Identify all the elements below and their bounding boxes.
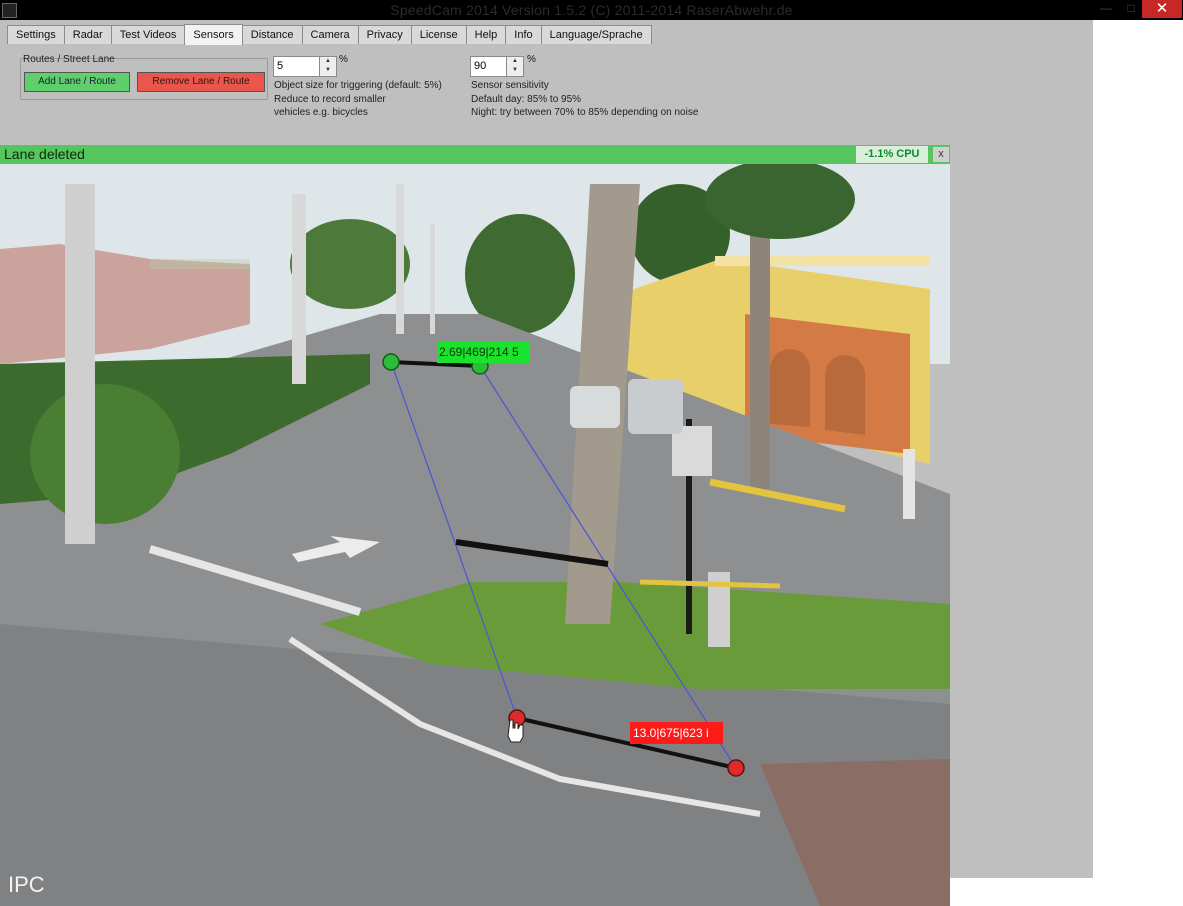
object-size-help-line: Reduce to record smaller [274,93,386,105]
palm-left-bush [30,384,180,524]
minimize-button[interactable]: — [1095,0,1117,18]
spin-down-icon[interactable]: ▼ [320,66,336,75]
object-size-help-line: vehicles e.g. bicycles [274,107,368,118]
sensitivity-help-line: Default day: 85% to 95% [471,93,582,105]
object-size-stepper[interactable]: ▲ ▼ [273,56,337,77]
tab-camera[interactable]: Camera [301,25,359,44]
utility-pole [396,184,404,334]
tab-radar[interactable]: Radar [63,25,112,44]
sensitivity-unit: % [527,54,536,65]
add-lane-button[interactable]: Add Lane / Route [24,72,130,92]
utility-pole [292,194,306,384]
sensitivity-help: Sensor sensitivity Default day: 85% to 9… [471,79,698,120]
pedestrian [903,449,915,519]
status-message: Lane deleted [4,146,85,162]
object-size-unit: % [339,54,348,65]
tab-settings[interactable]: Settings [7,25,65,44]
sensitivity-help-line: Night: try between 70% to 85% depending … [471,107,699,118]
green-marker-label: 2.69|469|214 5 [439,345,519,359]
left-building-roof [150,259,250,269]
tab-license[interactable]: License [410,25,467,44]
routes-group-label: Routes / Street Lane [23,54,115,65]
sensitivity-help-line: Sensor sensitivity [471,80,549,91]
utility-pole [65,184,95,544]
tab-language[interactable]: Language/Sprache [540,25,652,44]
red-marker-label: 13.0|675|623 i [633,726,709,740]
tab-help[interactable]: Help [465,25,507,44]
desktop-background [1093,20,1183,890]
lane-handle-red [727,759,745,777]
status-bar: Lane deleted -1.1% CPU x [0,145,950,164]
tab-test-videos[interactable]: Test Videos [110,25,186,44]
sensitivity-input[interactable] [471,57,503,74]
spin-up-icon[interactable]: ▲ [507,57,523,66]
close-button[interactable]: ✕ [1142,0,1182,18]
main-window: Settings Radar Test Videos Sensors Dista… [0,20,1093,906]
camera-label: IPC [8,872,45,897]
object-size-input[interactable] [274,57,316,74]
cpu-indicator: -1.1% CPU [856,146,928,163]
lane-handle-green [382,353,400,371]
close-status-button[interactable]: x [933,147,949,162]
object-size-help-line: Object size for triggering (default: 5%) [274,80,442,91]
spin-down-icon[interactable]: ▼ [507,66,523,75]
title-bar: SpeedCam 2014 Version 1.5.2 (C) 2011-201… [0,0,1183,20]
maximize-button[interactable]: □ [1120,0,1142,18]
tab-privacy[interactable]: Privacy [357,25,412,44]
object-size-arrows[interactable]: ▲ ▼ [319,57,336,76]
tab-distance[interactable]: Distance [241,25,303,44]
remove-lane-button[interactable]: Remove Lane / Route [137,72,265,92]
parked-car [628,379,683,434]
sensitivity-arrows[interactable]: ▲ ▼ [506,57,523,76]
camera-view[interactable]: 2.69|469|214 5 13.0|675|623 i IPC [0,164,950,906]
tab-info[interactable]: Info [505,25,542,44]
tab-bar: Settings Radar Test Videos Sensors Dista… [7,24,652,45]
spin-up-icon[interactable]: ▲ [320,57,336,66]
object-size-help: Object size for triggering (default: 5%)… [274,79,442,120]
window-title: SpeedCam 2014 Version 1.5.2 (C) 2011-201… [390,2,793,18]
utility-pole [430,224,435,334]
tab-sensors[interactable]: Sensors [184,24,243,45]
sensitivity-stepper[interactable]: ▲ ▼ [470,56,524,77]
trees-distant [290,219,410,309]
yellow-roof-trim [715,256,930,266]
parked-car [570,386,620,428]
